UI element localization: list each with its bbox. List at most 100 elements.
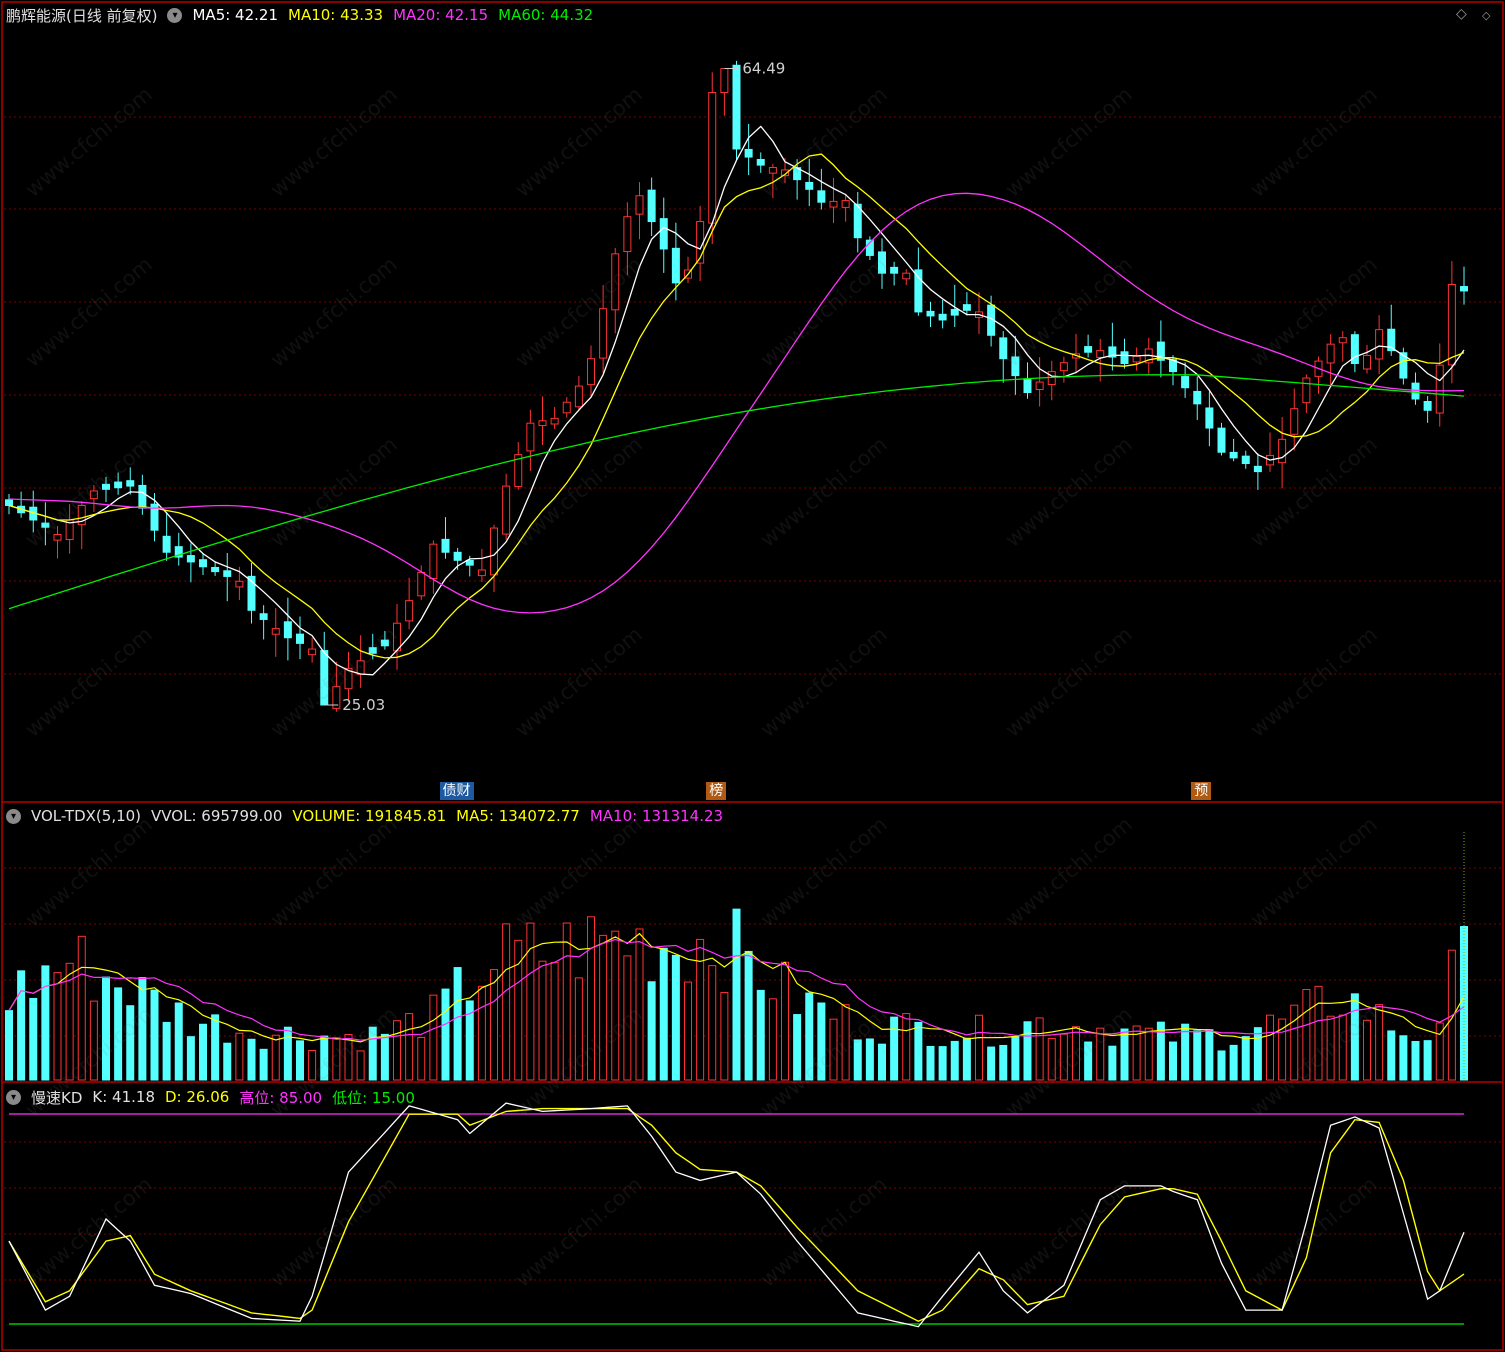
candle-body bbox=[999, 337, 1008, 360]
candle-body bbox=[296, 633, 304, 644]
volume-bar bbox=[599, 934, 608, 1081]
volume-bar bbox=[950, 1040, 959, 1081]
volume-bar bbox=[1072, 1026, 1080, 1081]
volume-bar bbox=[890, 1016, 899, 1081]
candle-body bbox=[1035, 381, 1044, 391]
candle-body bbox=[441, 538, 450, 553]
candle-body bbox=[647, 189, 656, 223]
low-threshold-value: 低位: 15.00 bbox=[332, 1088, 415, 1107]
candle-body bbox=[611, 253, 620, 311]
candle-body bbox=[744, 148, 753, 158]
candle-body bbox=[308, 648, 317, 656]
volume-bar bbox=[1241, 1036, 1250, 1081]
candle-body bbox=[938, 313, 947, 321]
volume-bar bbox=[102, 976, 110, 1081]
candle-body bbox=[5, 499, 13, 506]
volume-bar bbox=[1302, 989, 1311, 1081]
kd-header: ▾ 慢速KD K: 41.18 D: 26.06 高位: 85.00 低位: 1… bbox=[0, 1085, 425, 1109]
chevron-down-icon[interactable]: ▾ bbox=[6, 1089, 21, 1105]
candle-body bbox=[186, 555, 195, 563]
volume-bar bbox=[1314, 985, 1323, 1081]
candle-body bbox=[1205, 407, 1214, 429]
event-tag[interactable]: 榜 bbox=[706, 782, 727, 800]
candle-body bbox=[805, 181, 814, 190]
candle-body bbox=[926, 310, 935, 317]
diamond-icon[interactable]: ◇ bbox=[1456, 6, 1467, 22]
volume-bar bbox=[126, 1005, 135, 1081]
volume-bar bbox=[914, 1021, 923, 1081]
volume-bar bbox=[344, 1033, 353, 1081]
volume-bar bbox=[1084, 1041, 1093, 1081]
ma5-value: MA5: 42.21 bbox=[192, 6, 278, 24]
stock-chart[interactable]: 64.49 25.03 bbox=[0, 0, 1505, 1352]
volume-bar bbox=[538, 960, 547, 1081]
volume-bar bbox=[1423, 1040, 1432, 1081]
candle-body bbox=[902, 272, 911, 280]
chevron-down-icon[interactable]: ▾ bbox=[167, 7, 183, 23]
candle-body bbox=[283, 621, 292, 639]
volume-bar bbox=[502, 923, 511, 1081]
stock-title: 鹏辉能源(日线 前复权) bbox=[6, 6, 158, 25]
candle-body bbox=[1253, 465, 1262, 473]
candle-body bbox=[1278, 438, 1287, 464]
volume-bar bbox=[1169, 1041, 1177, 1081]
volume-bar bbox=[1387, 1030, 1396, 1081]
candle-body bbox=[199, 559, 207, 568]
candle-body bbox=[538, 420, 547, 427]
diamond-small-icon[interactable]: ◇ bbox=[1482, 9, 1490, 22]
candle-body bbox=[380, 639, 389, 647]
event-tag[interactable]: 债财 bbox=[439, 782, 474, 800]
volume-bar bbox=[1217, 1050, 1226, 1081]
volume-bar bbox=[1047, 1038, 1056, 1081]
volume-bar bbox=[671, 954, 680, 1081]
candle-body bbox=[41, 522, 50, 528]
chevron-down-icon[interactable]: ▾ bbox=[6, 808, 21, 824]
volume-bar bbox=[235, 1032, 244, 1081]
volume-bar bbox=[53, 972, 62, 1081]
candle-body bbox=[623, 216, 632, 252]
volume-bar bbox=[477, 985, 486, 1081]
volume-bar bbox=[1144, 1027, 1153, 1081]
volume-bar bbox=[1326, 1015, 1335, 1081]
candle-body bbox=[1411, 382, 1420, 400]
candle-body bbox=[1132, 355, 1141, 363]
ma20-value: MA20: 42.15 bbox=[393, 6, 489, 24]
candle-body bbox=[878, 251, 886, 274]
candle-body bbox=[1363, 354, 1371, 370]
volume-bar bbox=[635, 928, 644, 1081]
candle-body bbox=[720, 67, 729, 93]
volume-bar bbox=[587, 916, 595, 1081]
volume-bar bbox=[817, 1002, 826, 1081]
candle-body bbox=[162, 535, 171, 553]
event-tag[interactable]: 预 bbox=[1191, 782, 1212, 800]
candle-body bbox=[1302, 377, 1311, 404]
volume-bar bbox=[926, 1045, 935, 1081]
volume-bar bbox=[1350, 993, 1359, 1081]
volume-bar bbox=[5, 1010, 13, 1081]
volume-bar bbox=[77, 935, 86, 1081]
candle-body bbox=[671, 247, 680, 284]
volume-bar bbox=[320, 1035, 329, 1081]
candle-body bbox=[320, 650, 329, 706]
volume-bar bbox=[223, 1042, 232, 1081]
ma60-value: MA60: 44.32 bbox=[498, 6, 594, 24]
volume-bar bbox=[902, 1013, 911, 1081]
volume-bar bbox=[781, 961, 789, 1081]
candle-body bbox=[1181, 376, 1190, 389]
d-value: D: 26.06 bbox=[165, 1088, 230, 1106]
volume-bar bbox=[975, 1014, 983, 1081]
kd-indicator-name: 慢速KD bbox=[31, 1088, 83, 1107]
vol-ma5-value: MA5: 134072.77 bbox=[456, 807, 580, 825]
candle-body bbox=[453, 551, 462, 561]
volume-bar bbox=[938, 1046, 947, 1081]
volume-bar bbox=[744, 950, 753, 1081]
candle-body bbox=[526, 422, 535, 452]
volume-bar bbox=[623, 955, 632, 1081]
volume-bar bbox=[550, 961, 559, 1081]
ma10-value: MA10: 43.33 bbox=[288, 6, 384, 24]
candle-body bbox=[1059, 362, 1068, 372]
volume-bar bbox=[29, 997, 38, 1081]
volume-bar bbox=[247, 1038, 256, 1081]
volume-bar bbox=[283, 1026, 292, 1081]
candle-body bbox=[1460, 286, 1468, 292]
